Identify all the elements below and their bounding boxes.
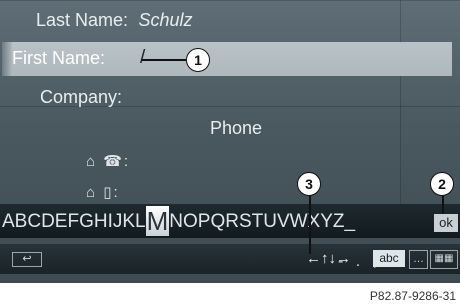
character-set-button[interactable]: ▦▦	[430, 250, 458, 269]
callout-3-marker: 3	[297, 172, 321, 196]
phone-heading: Phone	[210, 118, 263, 138]
home-mobile-row[interactable]: ⌂ ▯:	[86, 183, 120, 201]
callout-3-leader	[309, 196, 311, 254]
abc-button[interactable]: abc	[373, 250, 405, 267]
back-button[interactable]: ↩	[12, 252, 42, 267]
text-cursor: /	[140, 47, 146, 68]
row-highlight-cap	[2, 42, 12, 76]
divider	[400, 0, 401, 204]
last-name-value: Schulz	[138, 10, 193, 30]
character-bar[interactable]: ABCDEFGHIJKL M NOPQRSTUVWXYZ_	[0, 204, 460, 238]
last-name-row[interactable]: Last Name: Schulz	[36, 10, 193, 31]
ok-button[interactable]: ok	[434, 214, 458, 232]
selected-character[interactable]: M	[145, 206, 170, 236]
divider	[0, 0, 460, 1]
character-list[interactable]: ABCDEFGHIJKL M NOPQRSTUVWXYZ_	[0, 206, 355, 236]
callout-1-leader	[142, 59, 186, 61]
first-name-row[interactable]: First Name: /	[2, 42, 452, 76]
screen: Last Name: Schulz First Name: / Company:…	[0, 0, 460, 283]
more-characters-button[interactable]: …	[409, 250, 428, 269]
characters-after[interactable]: NOPQRSTUVWXYZ_	[169, 208, 355, 236]
characters-before[interactable]: ABCDEFGHIJKL	[2, 208, 146, 236]
figure-code: P82.87-9286-31	[369, 289, 456, 303]
first-name-label: First Name:	[12, 48, 106, 68]
company-label: Company:	[40, 87, 123, 107]
callout-2-marker: 2	[430, 172, 454, 196]
home-phone-row[interactable]: ⌂ ☎:	[86, 152, 130, 170]
company-row[interactable]: Company:	[40, 87, 122, 108]
last-name-label: Last Name:	[36, 10, 129, 30]
callout-1-marker: 1	[186, 48, 210, 72]
callout-2-leader	[442, 196, 444, 214]
